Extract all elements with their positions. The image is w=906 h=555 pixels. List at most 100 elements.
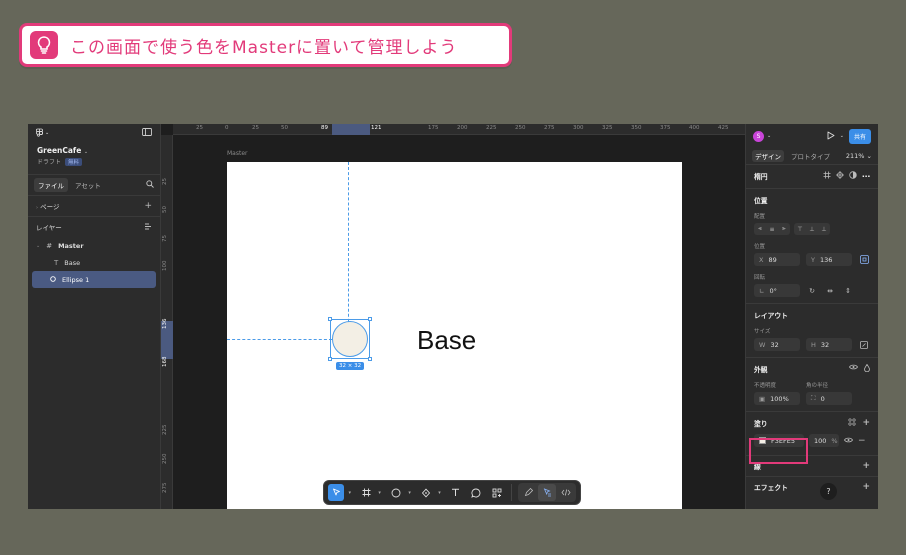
help-button[interactable]: ?: [820, 483, 837, 500]
measure-guide-horizontal: [227, 339, 332, 340]
align-right-icon[interactable]: ⫸: [778, 223, 790, 235]
present-icon[interactable]: [827, 131, 835, 142]
ruler-tick: 325: [602, 125, 613, 131]
width-field[interactable]: W 32: [754, 338, 800, 351]
layer-label: Ellipse 1: [62, 275, 90, 284]
plan-badge: 無料: [65, 157, 83, 166]
fill-opacity-field[interactable]: 100%: [809, 434, 839, 447]
layer-ellipse[interactable]: Ellipse 1: [32, 271, 156, 288]
bottom-toolbar: ▾ ▾ ▾ ▾: [323, 480, 581, 505]
zoom-level[interactable]: 211% ⌄: [846, 152, 872, 160]
ruler-tick: 168: [162, 356, 168, 368]
layer-base[interactable]: T Base: [32, 254, 156, 271]
align-center-v-icon[interactable]: ⊥: [806, 223, 818, 235]
add-stroke-icon[interactable]: +: [862, 461, 870, 471]
align-center-h-icon[interactable]: ≡: [766, 223, 778, 235]
draw-mode-button[interactable]: [519, 484, 537, 501]
add-effect-icon[interactable]: +: [862, 482, 870, 492]
pos-label: 位置: [754, 244, 766, 250]
shape-tool-button[interactable]: [388, 484, 404, 501]
align-label: 配置: [754, 214, 766, 220]
size-label: サイズ: [754, 329, 771, 335]
x-field[interactable]: X 89: [754, 253, 800, 266]
tab-file[interactable]: ファイル: [34, 178, 68, 192]
resize-handle[interactable]: [328, 357, 332, 361]
avatar[interactable]: S: [753, 130, 764, 142]
design-mode-button[interactable]: [538, 484, 557, 501]
pages-header[interactable]: › ページ: [36, 201, 59, 211]
align-top-icon[interactable]: ⊤: [794, 223, 806, 235]
ruler-tick: 100: [162, 260, 168, 272]
tab-prototype[interactable]: プロトタイプ: [788, 150, 833, 162]
ruler-tick: 25: [196, 125, 203, 131]
chevron-down-icon[interactable]: ▾: [378, 490, 383, 496]
align-bottom-icon[interactable]: ⊥: [818, 223, 830, 235]
layers-options-icon[interactable]: [144, 223, 152, 232]
size-tag: 32 × 32: [336, 362, 365, 370]
figma-logo-menu[interactable]: ⌄: [36, 128, 49, 138]
fill-section-title: 塗り: [754, 420, 768, 428]
ruler-tick: 225: [162, 424, 168, 436]
ruler-tick: 50: [281, 125, 288, 131]
y-field[interactable]: Y 136: [806, 253, 852, 266]
resize-to-fit-icon[interactable]: [858, 339, 870, 351]
resize-handle[interactable]: [328, 317, 332, 321]
components-tool-button[interactable]: [489, 484, 505, 501]
target-icon[interactable]: [836, 171, 844, 181]
vertical-align-group: ⊤ ⊥ ⊥: [794, 223, 830, 235]
chevron-down-icon[interactable]: ▾: [348, 490, 353, 496]
base-text[interactable]: Base: [417, 325, 476, 356]
search-icon[interactable]: [146, 180, 154, 190]
eye-icon[interactable]: [849, 364, 858, 374]
chevron-down-icon[interactable]: ⌄: [840, 133, 844, 139]
tab-design[interactable]: デザイン: [752, 150, 784, 162]
align-left-icon[interactable]: ⫷: [754, 223, 766, 235]
add-page-icon[interactable]: +: [144, 201, 152, 211]
resize-handle[interactable]: [368, 317, 372, 321]
styles-grid-icon[interactable]: [848, 418, 857, 428]
horizontal-align-group: ⫷ ≡ ⫸: [754, 223, 790, 235]
rotation-field[interactable]: ∟ 0°: [754, 284, 800, 297]
layer-master[interactable]: ⌄ # Master: [32, 237, 156, 254]
flip-horizontal-icon[interactable]: ⇹: [824, 285, 836, 297]
radius-field[interactable]: ⛶ 0: [806, 392, 852, 405]
component-icon[interactable]: [823, 171, 831, 181]
move-tool-button[interactable]: [328, 484, 345, 501]
sidebar-toggle-icon[interactable]: [142, 128, 152, 138]
position-section-title: 位置: [754, 197, 768, 205]
remove-fill-icon[interactable]: −: [858, 436, 866, 446]
master-frame[interactable]: 32 × 32 Base: [227, 162, 682, 509]
frame-label[interactable]: Master: [227, 150, 248, 157]
text-tool-button[interactable]: [448, 484, 464, 501]
canvas[interactable]: 25 0 25 50 89 121 175 200 225 250 275 30…: [161, 124, 745, 509]
chevron-down-icon[interactable]: ▾: [438, 490, 443, 496]
layout-section-title: レイアウト: [754, 312, 788, 320]
opacity-field[interactable]: ▣ 100%: [754, 392, 800, 405]
chevron-down-icon[interactable]: ⌄: [767, 133, 771, 139]
ruler-tick: 350: [631, 125, 642, 131]
flip-vertical-icon[interactable]: ⇕: [842, 285, 854, 297]
dev-mode-button[interactable]: [557, 484, 575, 501]
constraints-icon[interactable]: [858, 254, 870, 266]
file-name[interactable]: GreenCafe ⌄: [28, 142, 160, 155]
ruler-tick: 75: [162, 235, 168, 242]
height-field[interactable]: H 32: [806, 338, 852, 351]
rotate-icon[interactable]: ↻: [806, 285, 818, 297]
comment-tool-button[interactable]: [468, 484, 484, 501]
pen-tool-button[interactable]: [418, 484, 434, 501]
add-fill-icon[interactable]: +: [862, 418, 870, 428]
resize-handle[interactable]: [368, 357, 372, 361]
ruler-tick: 0: [225, 125, 229, 131]
figma-logo-icon: [36, 128, 43, 137]
eye-icon[interactable]: [844, 437, 853, 445]
radius-label: 角の半径: [806, 383, 829, 389]
tab-assets[interactable]: アセット: [71, 178, 105, 192]
share-button[interactable]: 共有: [848, 128, 871, 144]
drop-icon[interactable]: [864, 363, 870, 374]
frame-tool-button[interactable]: [358, 484, 374, 501]
rotation-icon: ∟: [759, 286, 765, 295]
ellipse-shape[interactable]: [332, 321, 368, 357]
contrast-icon[interactable]: [849, 171, 857, 181]
more-options-icon[interactable]: ⋯: [862, 172, 870, 181]
chevron-down-icon[interactable]: ▾: [408, 490, 413, 496]
